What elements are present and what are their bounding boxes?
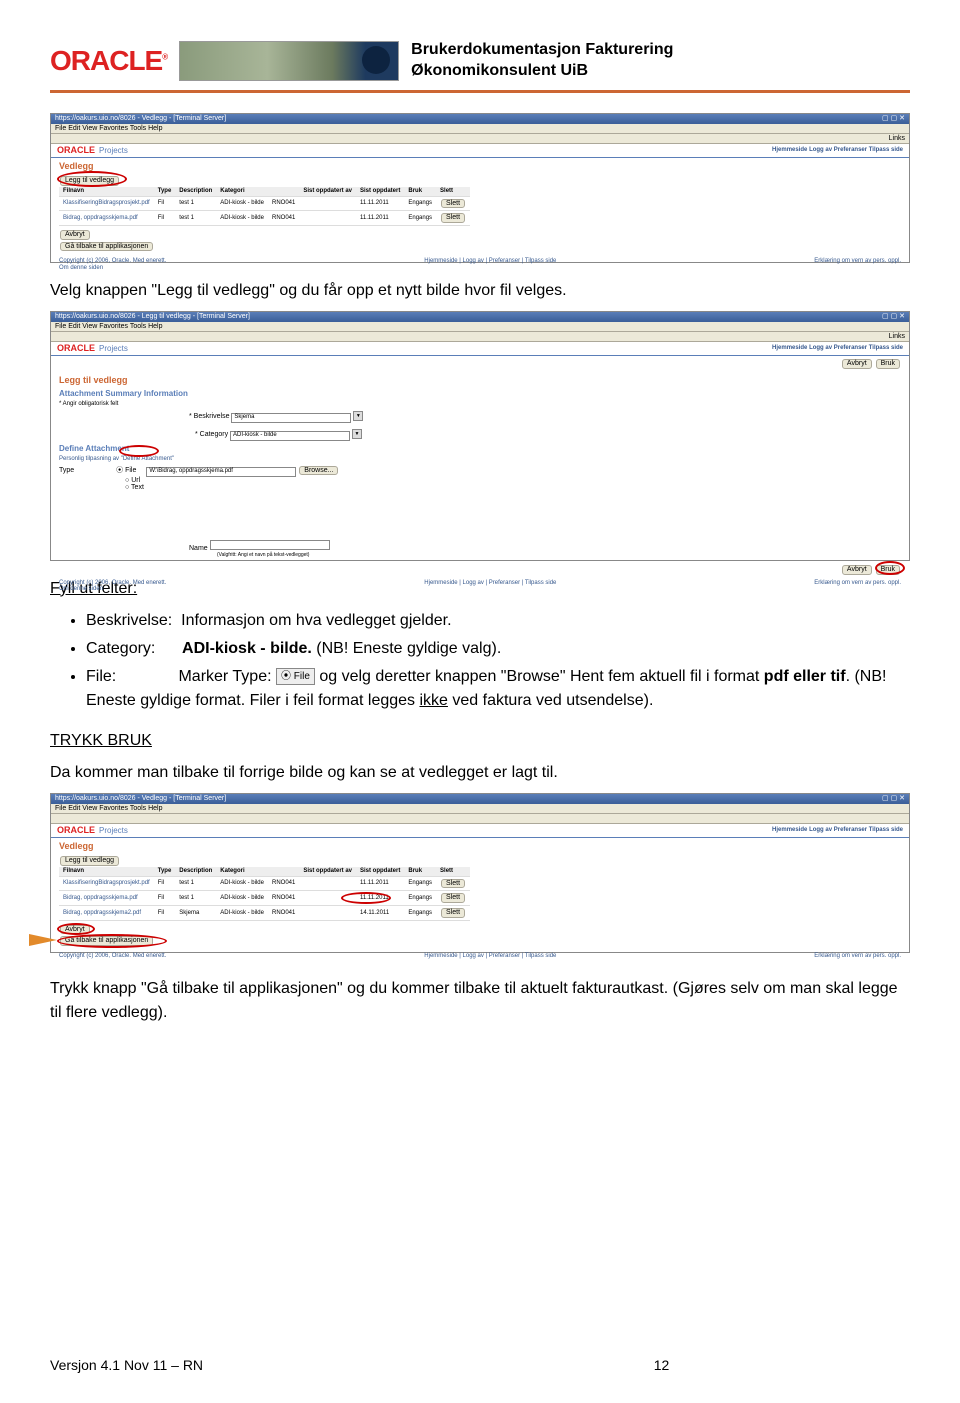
ss2-input-name[interactable] bbox=[210, 540, 330, 550]
dropdown-icon[interactable]: ▼ bbox=[353, 411, 363, 421]
ss2-radio-file[interactable]: ⦿ File bbox=[116, 467, 136, 474]
ss2-cancel-top-button[interactable]: Avbryt bbox=[842, 359, 872, 369]
delete-button[interactable]: Slett bbox=[441, 199, 465, 209]
ss1-back-button[interactable]: Gå tilbake til applikasjonen bbox=[60, 242, 153, 252]
header-title-line1: Brukerdokumentasjon Fakturering bbox=[411, 40, 673, 61]
dropdown-icon[interactable]: ▼ bbox=[352, 429, 362, 439]
window-controls-icon: ▢ ▢ ✕ bbox=[882, 313, 905, 321]
ss2-menubar: File Edit View Favorites Tools Help bbox=[51, 322, 909, 332]
ss2-section-define: Define Attachment bbox=[59, 445, 901, 454]
ss3-attachments-table: FilnavnTypeDescriptionKategoriSist oppda… bbox=[59, 867, 470, 921]
ss3-add-button[interactable]: Legg til vedlegg bbox=[60, 856, 119, 866]
circle-annotation-bruk bbox=[875, 561, 905, 575]
paragraph-2: Da kommer man tilbake til forrige bilde … bbox=[50, 761, 910, 785]
bullet-category: Category: ADI-kiosk - bilde. (NB! Eneste… bbox=[86, 637, 910, 661]
ss2-browse-button[interactable]: Browse... bbox=[299, 466, 338, 476]
ss2-name-hint: (Valgfritt: Angi et navn på tekst-vedleg… bbox=[217, 553, 901, 559]
logo-tm: ® bbox=[162, 52, 167, 61]
page-header: ORACLE® Brukerdokumentasjon Fakturering … bbox=[50, 40, 910, 93]
circle-annotation-file-radio bbox=[119, 445, 159, 457]
ss3-table-header: FilnavnTypeDescriptionKategoriSist oppda… bbox=[59, 867, 470, 876]
table-row: Bidrag, oppdragsskjema.pdfFiltest 1ADI-k… bbox=[59, 211, 470, 226]
page-footer: Versjon 4.1 Nov 11 – RN 12 bbox=[50, 1357, 910, 1373]
ss1-menubar: File Edit View Favorites Tools Help bbox=[51, 124, 909, 134]
ss1-footer: Copyright (c) 2006, Oracle. Med enerett.… bbox=[51, 256, 909, 275]
oracle-logo: ORACLE® bbox=[50, 45, 167, 77]
footer-version: Versjon 4.1 Nov 11 – RN bbox=[50, 1357, 203, 1373]
delete-button[interactable]: Slett bbox=[441, 213, 465, 223]
ss2-radio-url[interactable]: ○ Url bbox=[125, 477, 140, 484]
header-photo bbox=[179, 41, 399, 81]
ss3-footer: Copyright (c) 2006, Oracle. Med enerett.… bbox=[51, 951, 909, 964]
table-row: Bidrag, oppdragsskjema.pdfFiltest 1ADI-k… bbox=[59, 891, 470, 906]
screenshot-vedlegg-1: https://oakurs.uio.no/8026 - Vedlegg - [… bbox=[50, 113, 910, 263]
ss1-cancel-button[interactable]: Avbryt bbox=[60, 230, 90, 240]
paragraph-1: Velg knappen "Legg til vedlegg" og du få… bbox=[50, 279, 910, 303]
header-title-line2: Økonomikonsulent UiB bbox=[411, 61, 673, 82]
uib-crest-icon bbox=[362, 46, 390, 74]
ss2-heading: Legg til vedlegg bbox=[59, 376, 901, 386]
paragraph-trykk-bruk: TRYKK BRUK bbox=[50, 729, 910, 753]
screenshot-add-attachment: https://oakurs.uio.no/8026 - Legg til ve… bbox=[50, 311, 910, 561]
ss2-input-category[interactable]: ADI-kiosk - bilde bbox=[230, 431, 350, 441]
ss1-table-header: FilnavnTypeDescriptionKategoriSist oppda… bbox=[59, 187, 470, 196]
window-controls-icon: ▢ ▢ ✕ bbox=[882, 795, 905, 803]
ss2-cancel-bottom-button[interactable]: Avbryt bbox=[842, 565, 872, 575]
ss3-toolbar bbox=[51, 814, 909, 824]
delete-button[interactable]: Slett bbox=[441, 893, 465, 903]
ss1-oracle-bar: ORACLEProjects Hjemmeside Logg av Prefer… bbox=[51, 144, 909, 159]
window-controls-icon: ▢ ▢ ✕ bbox=[882, 115, 905, 123]
circle-annotation-add bbox=[57, 171, 127, 187]
delete-button[interactable]: Slett bbox=[441, 879, 465, 889]
ss2-footer: Copyright (c) 2006, Oracle. Med enerett.… bbox=[51, 578, 909, 597]
bullet-file: File: Marker Type: ⦿ File og velg derett… bbox=[86, 665, 910, 713]
ss3-heading: Vedlegg bbox=[59, 842, 901, 852]
arrow-annotation-icon bbox=[29, 934, 57, 946]
screenshot-vedlegg-3: https://oakurs.uio.no/8026 - Vedlegg - [… bbox=[50, 793, 910, 953]
table-row: Bidrag, oppdragsskjema2.pdfFilSkjemaADI-… bbox=[59, 906, 470, 921]
field-bullets: Beskrivelse: Informasjon om hva vedlegge… bbox=[86, 609, 910, 713]
ss3-oracle-bar: ORACLEProjects Hjemmeside Logg av Prefer… bbox=[51, 824, 909, 839]
ss1-heading: Vedlegg bbox=[59, 162, 901, 172]
ss2-oracle-bar: ORACLEProjects Hjemmeside Logg av Prefer… bbox=[51, 342, 909, 357]
ss3-menubar: File Edit View Favorites Tools Help bbox=[51, 804, 909, 814]
ss2-apply-top-button[interactable]: Bruk bbox=[876, 359, 900, 369]
circle-annotation-new-row bbox=[341, 892, 391, 904]
bullet-beskrivelse: Beskrivelse: Informasjon om hva vedlegge… bbox=[86, 609, 910, 633]
ss1-toolbar: Links bbox=[51, 134, 909, 144]
inline-radio-file-icon: ⦿ File bbox=[276, 668, 315, 685]
circle-annotation-back bbox=[57, 934, 167, 948]
ss3-nav-links: Hjemmeside Logg av Preferanser Tilpass s… bbox=[772, 827, 903, 834]
ss1-titlebar: https://oakurs.uio.no/8026 - Vedlegg - [… bbox=[51, 114, 909, 124]
ss1-nav-links: Hjemmeside Logg av Preferanser Tilpass s… bbox=[772, 147, 903, 154]
ss2-titlebar: https://oakurs.uio.no/8026 - Legg til ve… bbox=[51, 312, 909, 322]
table-row: KlassifiseringBidragsprosjekt.pdfFiltest… bbox=[59, 876, 470, 891]
ss2-toolbar: Links bbox=[51, 332, 909, 342]
ss1-attachments-table: FilnavnTypeDescriptionKategoriSist oppda… bbox=[59, 187, 470, 226]
ss2-required-hint: * Angir obligatorisk felt bbox=[59, 401, 901, 408]
ss2-label-category: * Category bbox=[195, 431, 228, 438]
logo-text: ORACLE bbox=[50, 45, 162, 76]
ss2-input-beskrivelse[interactable]: Skjema bbox=[231, 413, 351, 423]
header-title: Brukerdokumentasjon Fakturering Økonomik… bbox=[411, 40, 673, 82]
ss2-section-summary: Attachment Summary Information bbox=[59, 390, 901, 399]
ss2-label-type: Type bbox=[59, 467, 74, 474]
ss2-label-beskrivelse: * Beskrivelse bbox=[189, 413, 229, 420]
delete-button[interactable]: Slett bbox=[441, 908, 465, 918]
circle-annotation-avbryt bbox=[57, 923, 95, 935]
paragraph-3: Trykk knapp "Gå tilbake til applikasjone… bbox=[50, 977, 910, 1025]
table-row: KlassifiseringBidragsprosjekt.pdfFiltest… bbox=[59, 196, 470, 211]
ss2-nav-links: Hjemmeside Logg av Preferanser Tilpass s… bbox=[772, 345, 903, 352]
footer-page-number: 12 bbox=[654, 1357, 670, 1373]
ss2-radio-text[interactable]: ○ Text bbox=[125, 484, 144, 491]
ss3-titlebar: https://oakurs.uio.no/8026 - Vedlegg - [… bbox=[51, 794, 909, 804]
ss2-define-link: Personlig tilpasning av "Define Attachme… bbox=[59, 456, 901, 463]
ss2-input-filepath[interactable]: W:\Bidrag, oppdragsskjema.pdf bbox=[146, 467, 296, 477]
ss2-label-name: Name bbox=[189, 545, 208, 552]
